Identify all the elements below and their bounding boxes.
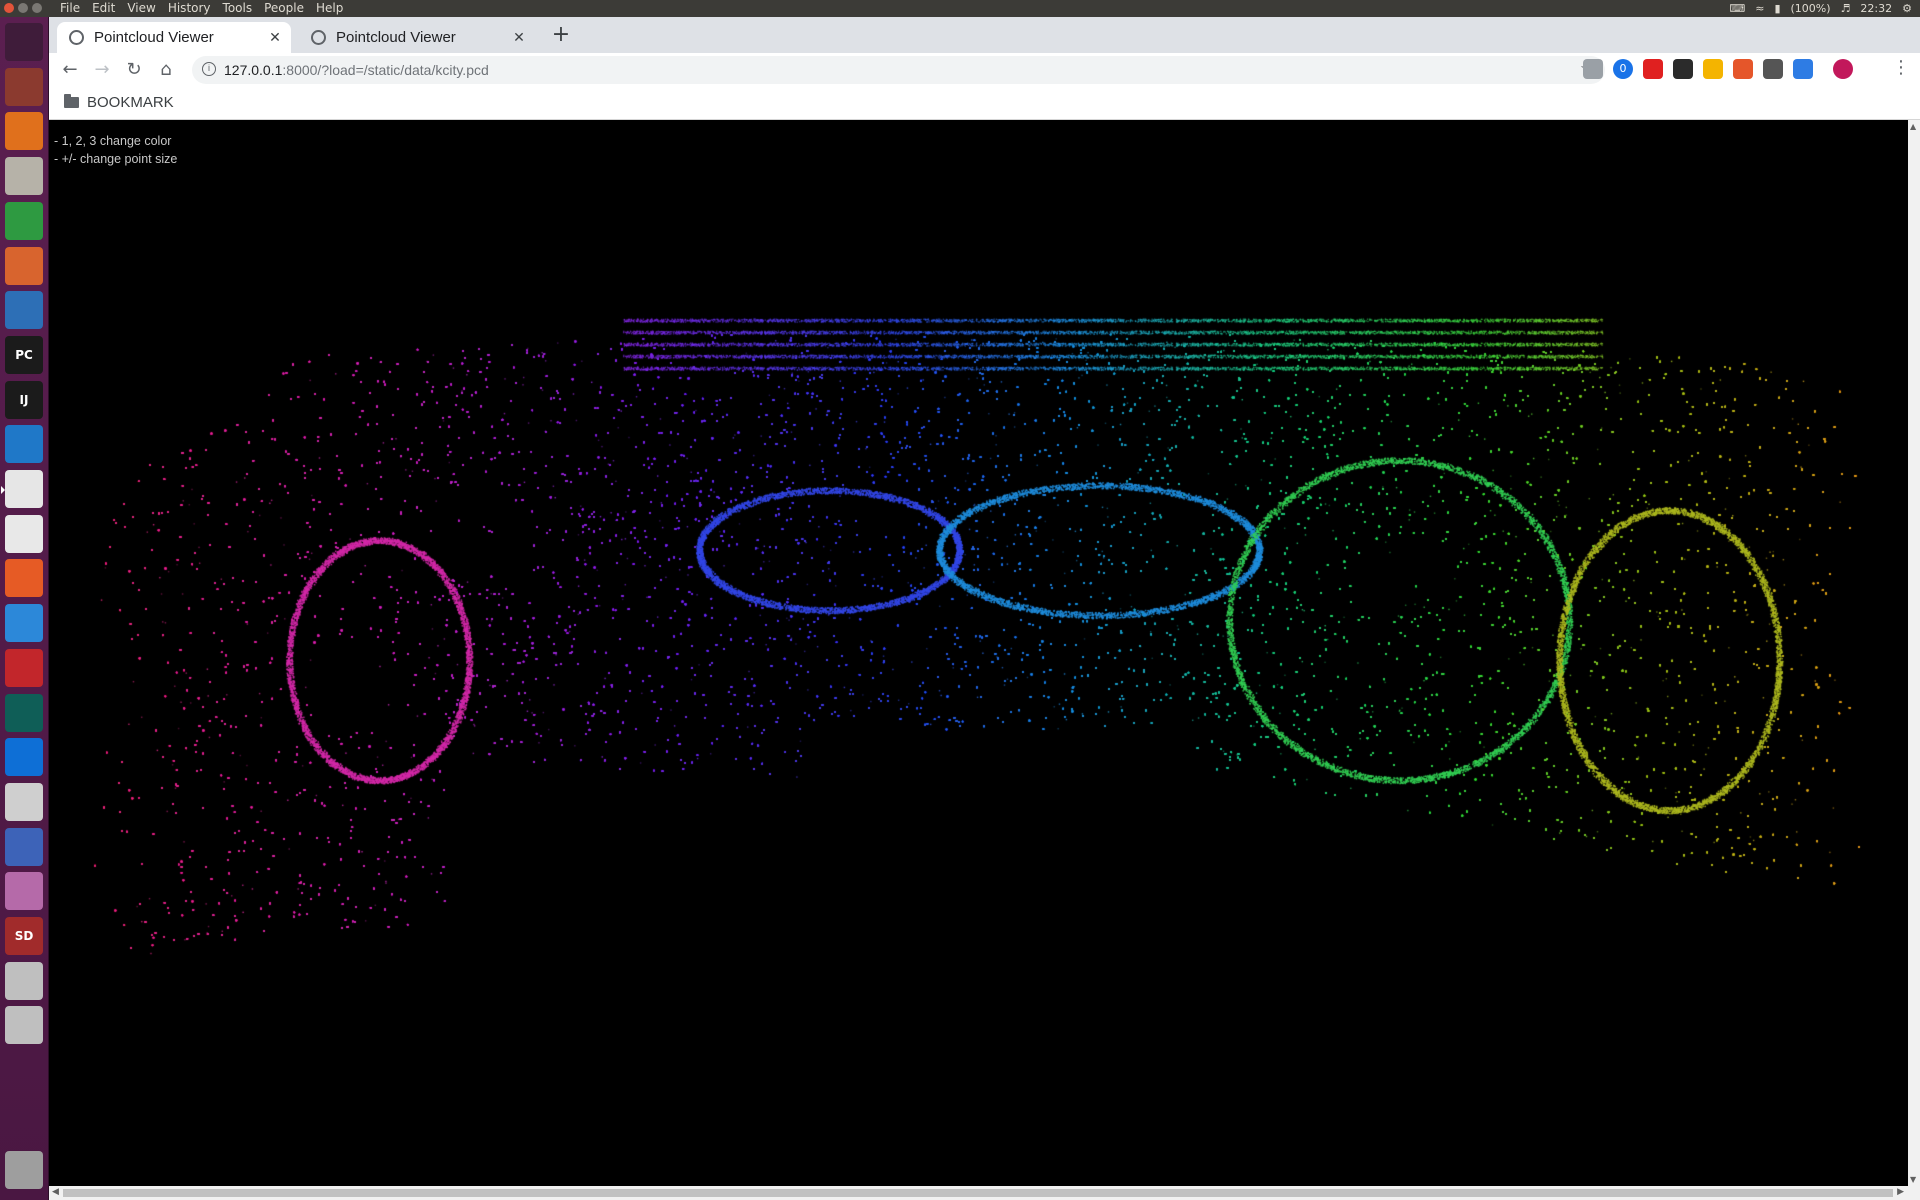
tab-title: Pointcloud Viewer xyxy=(94,29,214,46)
clock[interactable]: 22:32 xyxy=(1860,0,1892,17)
wifi-icon[interactable]: ≈ xyxy=(1755,0,1764,17)
workspace-switcher-icon[interactable] xyxy=(5,872,43,911)
new-tab-button[interactable]: + xyxy=(547,21,575,49)
menu-people[interactable]: People xyxy=(258,0,310,17)
tab-pointcloud-viewer-1[interactable]: Pointcloud Viewer ✕ xyxy=(57,22,291,53)
intellij-icon[interactable]: IJ xyxy=(5,380,43,419)
horizontal-scroll-thumb[interactable] xyxy=(63,1189,1893,1197)
drawing-pen-icon[interactable] xyxy=(5,559,43,598)
grammar-icon[interactable] xyxy=(1673,59,1693,79)
cast-icon[interactable] xyxy=(1583,59,1603,79)
tab-pointcloud-viewer-2[interactable]: Pointcloud Viewer ✕ xyxy=(299,22,535,53)
minimize-window-icon[interactable] xyxy=(18,3,28,13)
extensions-area: 0 xyxy=(1583,59,1853,79)
tab-strip: Pointcloud Viewer ✕ Pointcloud Viewer ✕ … xyxy=(49,17,1920,53)
maximize-window-icon[interactable] xyxy=(32,3,42,13)
system-monitor-icon[interactable] xyxy=(5,604,43,643)
chrome-icon[interactable] xyxy=(1,470,43,508)
file-manager-icon[interactable] xyxy=(5,157,43,196)
menu-view[interactable]: View xyxy=(121,0,161,17)
address-bar[interactable]: i 127.0.0.1:8000/?load=/static/data/kcit… xyxy=(192,56,1605,84)
url-host: 127.0.0.1 xyxy=(224,62,283,78)
presentation-icon[interactable] xyxy=(5,246,43,285)
globe-icon xyxy=(69,30,84,45)
url-path: :8000/?load=/static/data/kcity.pcd xyxy=(282,62,489,78)
notes-icon[interactable] xyxy=(1763,59,1783,79)
system-top-panel: File Edit View History Tools People Help… xyxy=(0,0,1920,17)
folder-icon xyxy=(64,94,79,108)
help-line-color: - 1, 2, 3 change color xyxy=(54,134,172,148)
scroll-down-icon[interactable]: ▼ xyxy=(1910,1175,1916,1184)
network-tool-icon[interactable] xyxy=(5,827,43,866)
media-player-icon[interactable] xyxy=(5,648,43,687)
close-tab-icon[interactable]: ✕ xyxy=(509,29,529,46)
battery-percent[interactable]: (100%) xyxy=(1791,0,1831,17)
teamviewer-icon[interactable] xyxy=(5,738,43,777)
menu-file[interactable]: File xyxy=(54,0,86,17)
menu-tools[interactable]: Tools xyxy=(217,0,259,17)
reload-icon[interactable]: ↻ xyxy=(121,57,147,83)
browser-toolbar: ← → ↻ ⌂ i 127.0.0.1:8000/?load=/static/d… xyxy=(49,53,1920,86)
spreadsheet-icon[interactable] xyxy=(5,201,43,240)
vscode-icon[interactable] xyxy=(5,425,43,464)
settings-tool-icon[interactable] xyxy=(5,67,43,106)
ubuntu-launcher: PC IJ SD xyxy=(0,17,49,1200)
close-tab-icon[interactable]: ✕ xyxy=(265,29,285,46)
scroll-left-icon[interactable]: ◀ xyxy=(52,1187,59,1197)
adblock-icon[interactable] xyxy=(1643,59,1663,79)
forward-arrow-icon[interactable]: → xyxy=(89,57,115,83)
translate-icon[interactable] xyxy=(1793,59,1813,79)
url-text[interactable]: 127.0.0.1:8000/?load=/static/data/kcity.… xyxy=(224,62,489,78)
menu-history[interactable]: History xyxy=(162,0,217,17)
scroll-right-icon[interactable]: ▶ xyxy=(1897,1187,1904,1197)
extension-badge-icon[interactable]: 0 xyxy=(1613,59,1633,79)
sd-card-icon[interactable]: SD xyxy=(5,917,43,955)
horizontal-scrollbar[interactable]: ◀ ▶ xyxy=(49,1186,1920,1200)
back-arrow-icon[interactable]: ← xyxy=(57,57,83,83)
system-tray: ⌨ ≈ ▮ (100%) ♬ 22:32 ⚙ xyxy=(1729,0,1912,17)
help-line-point-size: - +/- change point size xyxy=(54,152,178,166)
gear-icon[interactable]: ⚙ xyxy=(1902,0,1912,17)
window-controls[interactable] xyxy=(4,3,42,13)
color-picker-icon[interactable] xyxy=(1703,59,1723,79)
viewer-help-text: - 1, 2, 3 change color - +/- change poin… xyxy=(54,132,177,168)
profile-avatar-icon[interactable] xyxy=(1833,59,1853,79)
pointcloud-render[interactable] xyxy=(49,120,1908,1186)
trash-icon[interactable] xyxy=(5,1151,43,1189)
pycharm-icon[interactable]: PC xyxy=(5,335,43,374)
slack-icon[interactable] xyxy=(5,514,43,553)
network-globe-icon[interactable] xyxy=(5,693,43,732)
vertical-scrollbar[interactable]: ▲ ▼ xyxy=(1908,120,1920,1186)
office-icon[interactable] xyxy=(1733,59,1753,79)
info-icon[interactable]: i xyxy=(202,62,216,76)
browser-menu-icon[interactable]: ⋮ xyxy=(1892,57,1910,78)
menu-edit[interactable]: Edit xyxy=(86,0,121,17)
keyboard-icon[interactable]: ⌨ xyxy=(1729,0,1745,17)
bookmark-folder[interactable]: BOOKMARK xyxy=(87,94,174,111)
app-menubar: File Edit View History Tools People Help xyxy=(54,0,349,17)
pointcloud-viewer-canvas[interactable]: - 1, 2, 3 change color - +/- change poin… xyxy=(49,120,1908,1186)
close-window-icon[interactable] xyxy=(4,3,14,13)
drive-icon[interactable] xyxy=(5,961,43,1000)
software-center-icon[interactable] xyxy=(5,112,43,151)
drive-icon-2[interactable] xyxy=(5,1006,43,1045)
volume-icon[interactable]: ♬ xyxy=(1841,0,1851,17)
scroll-up-icon[interactable]: ▲ xyxy=(1910,122,1916,131)
globe-icon xyxy=(311,30,326,45)
bookmarks-bar: BOOKMARK xyxy=(49,86,1920,120)
menu-help[interactable]: Help xyxy=(310,0,349,17)
home-icon[interactable]: ⌂ xyxy=(153,57,179,83)
camera-icon[interactable] xyxy=(5,782,43,821)
tab-title: Pointcloud Viewer xyxy=(336,29,456,46)
ubuntu-dash-icon[interactable] xyxy=(5,23,43,61)
text-document-icon[interactable] xyxy=(5,291,43,330)
battery-icon[interactable]: ▮ xyxy=(1774,0,1780,17)
